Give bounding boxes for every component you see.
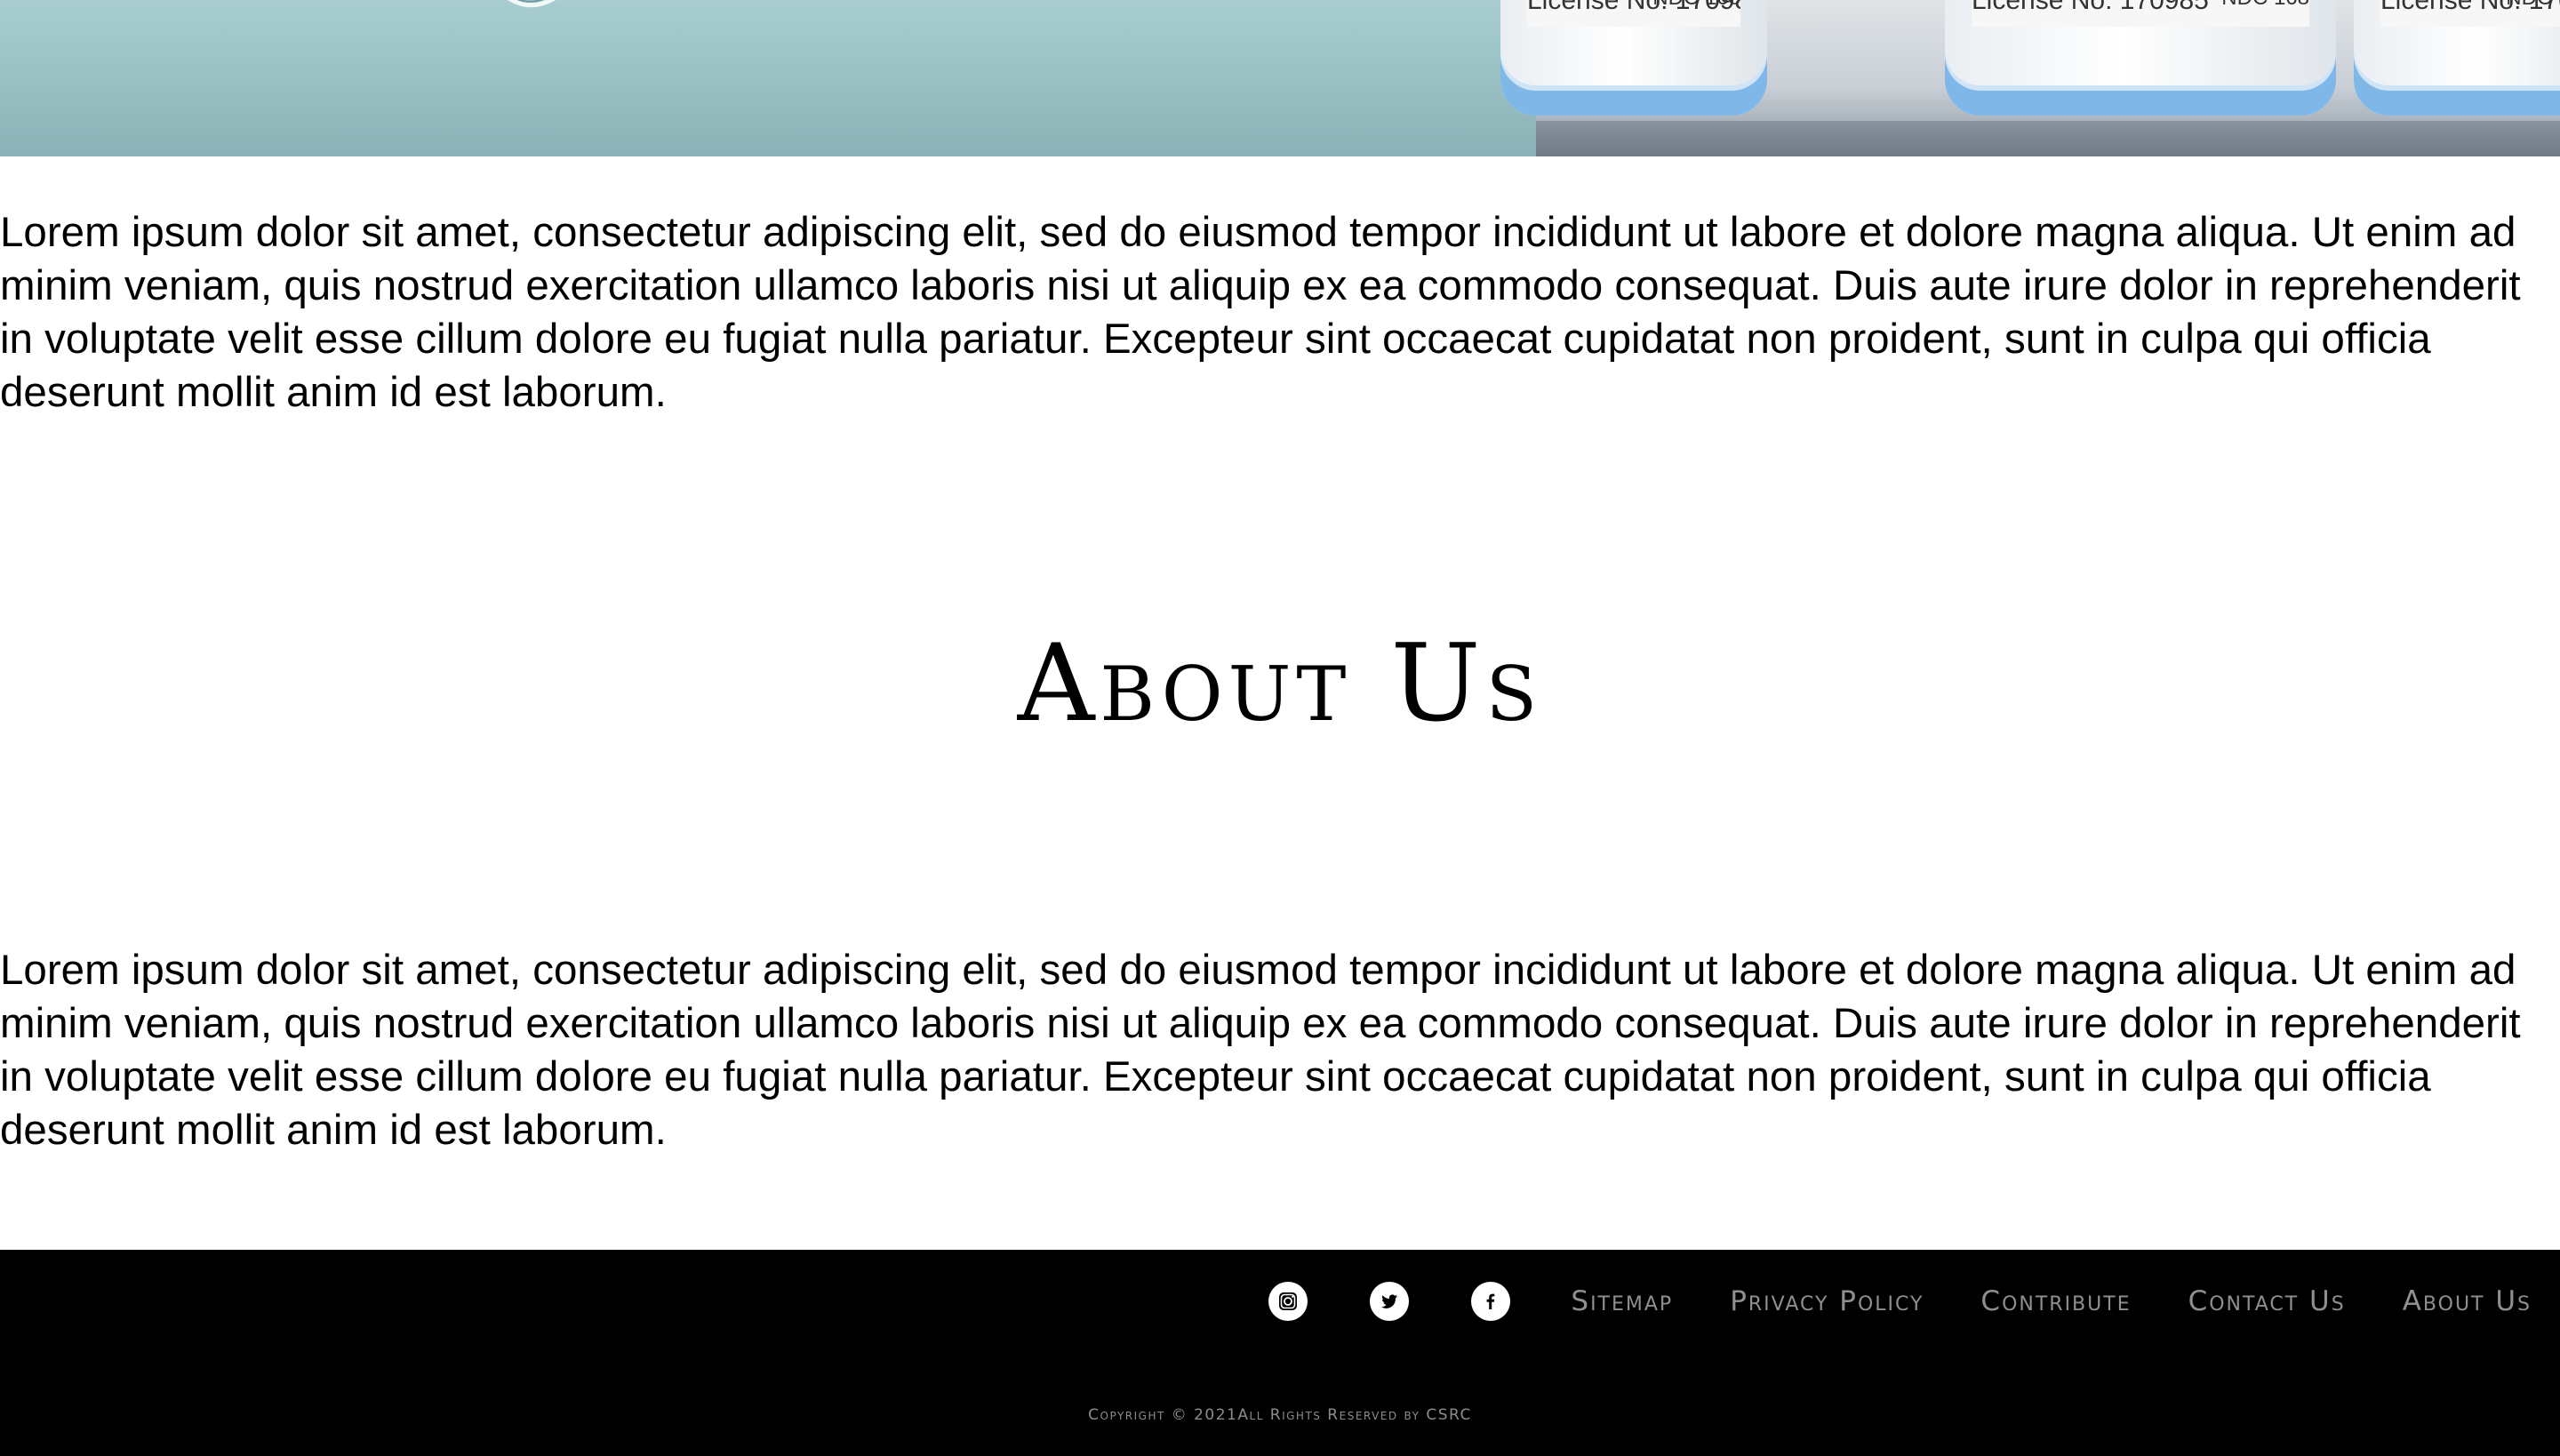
footer-nav: Sitemap Privacy Policy Contribute Contac… (1268, 1276, 2532, 1326)
about-us-heading: About Us (1017, 622, 1543, 746)
footer-link-privacy-policy[interactable]: Privacy Policy (1730, 1285, 1924, 1317)
vial-image: License No: 170985 NDC 168 (1945, 0, 2336, 116)
footer-link-contact-us[interactable]: Contact Us (2188, 1285, 2346, 1317)
footer-link-contribute[interactable]: Contribute (1980, 1285, 2131, 1317)
hero-image-shade (0, 68, 1536, 156)
facebook-icon[interactable] (1471, 1282, 1511, 1321)
vial-ndc-text: NDC 168 (1652, 0, 1740, 11)
vial-license-text: License No: 170985 (1972, 0, 2209, 15)
instagram-icon[interactable] (1268, 1282, 1308, 1321)
hero-image-strip: License No: 170985 NDC 168 License No: 1… (0, 0, 2560, 156)
footer-link-sitemap[interactable]: Sitemap (1571, 1285, 1673, 1317)
about-paragraph: Lorem ipsum dolor sit amet, consectetur … (0, 947, 2521, 1154)
twitter-icon[interactable] (1370, 1282, 1410, 1321)
site-footer: Sitemap Privacy Policy Contribute Contac… (0, 1250, 2560, 1456)
facebook-glyph (1486, 1293, 1495, 1309)
twitter-glyph (1381, 1294, 1398, 1308)
hero-image-vials: License No: 170985 NDC 168 License No: 1… (1500, 0, 2560, 156)
intro-paragraph: Lorem ipsum dolor sit amet, consectetur … (0, 209, 2521, 416)
vial-ndc-text: NDC 168 (2506, 0, 2560, 11)
vial-image: License No: 170985 NDC 168 (1500, 0, 1767, 116)
vial-ndc-text: NDC 168 (2221, 0, 2309, 11)
hero-image-floor (1536, 121, 2560, 156)
hero-image-teal (0, 0, 1536, 156)
instagram-glyph (1279, 1292, 1298, 1310)
footer-link-about-us[interactable]: About Us (2403, 1285, 2532, 1317)
stethoscope-image (508, 0, 556, 8)
copyright-text: Copyright © 2021All Rights Reserved by C… (1088, 1406, 1472, 1424)
vial-image: License No: 170985 NDC 168 (2354, 0, 2560, 116)
